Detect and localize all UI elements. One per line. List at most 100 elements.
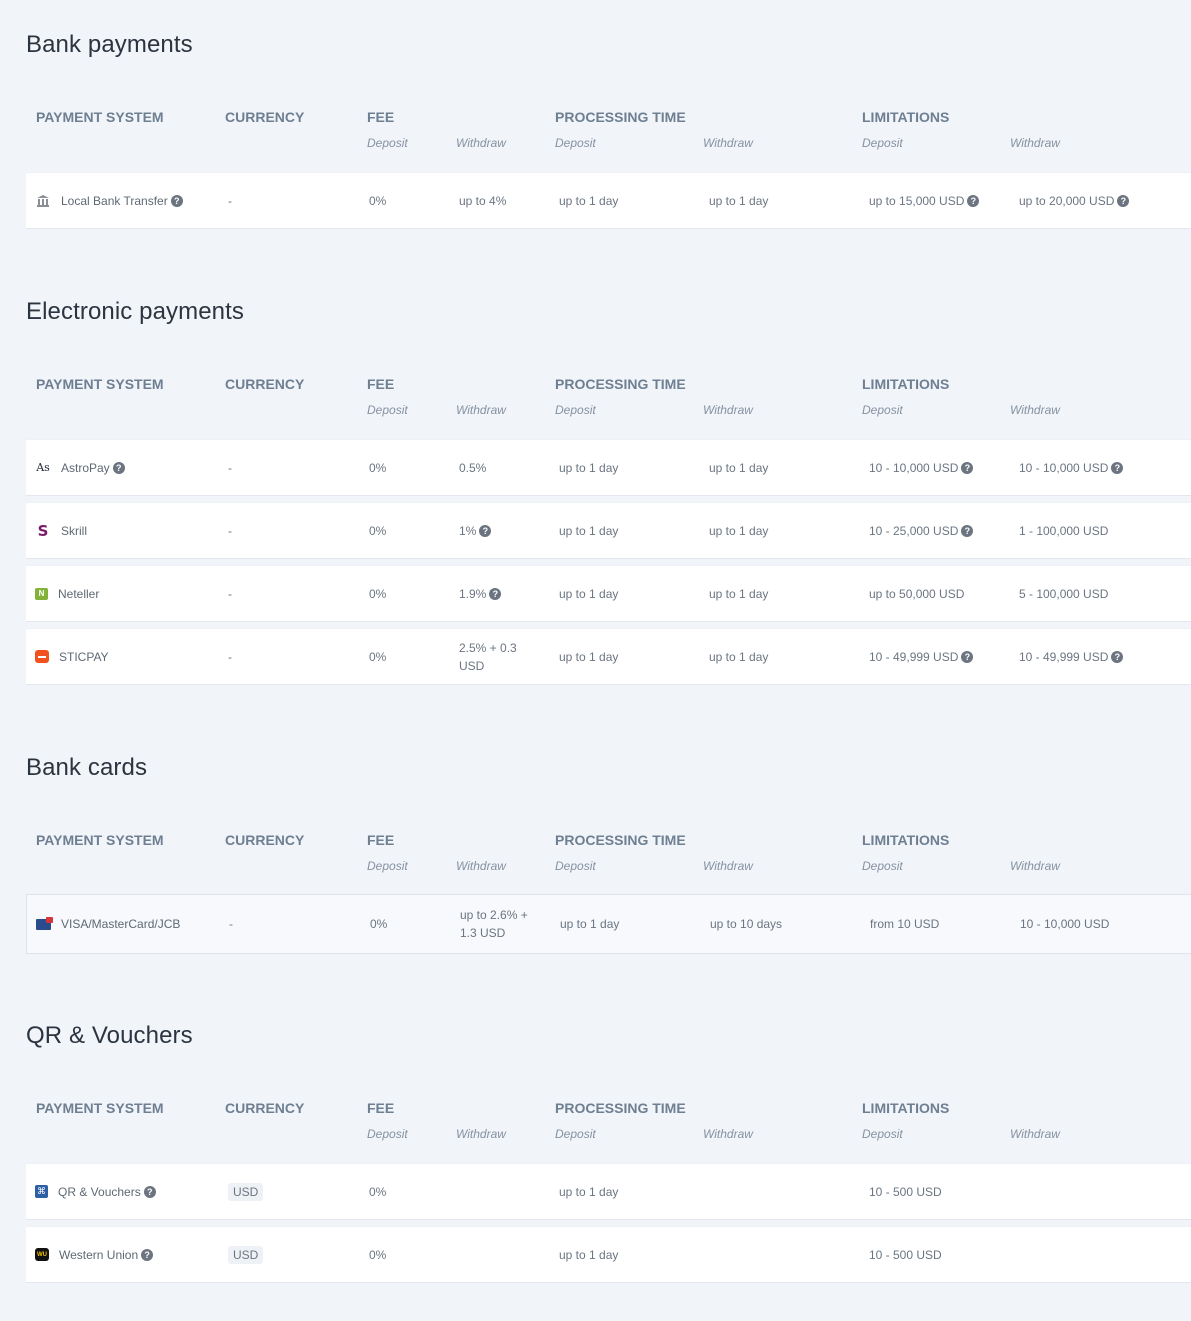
limit-deposit-cell-text: up to 15,000 USD [869,193,965,208]
fee-deposit-cell-text: 0% [370,917,388,931]
subheader-fee-withdraw: Withdraw [456,136,506,150]
limit-deposit-help-icon[interactable]: ? [967,195,980,208]
header-fee: FEE [367,109,395,125]
payment-system-label: AstroPay [61,460,110,475]
table-header: PAYMENT SYSTEM CURRENCY FEE PROCESSING TIME… [0,108,1191,168]
time-withdraw-cell-text: up to 1 day [709,523,769,538]
fee-deposit-cell: 0% [369,1183,386,1201]
table-row: N Neteller - 0% 1.9%? up to 1 day up to 1 day u… [26,565,1191,622]
currency-cell: - [228,648,232,666]
header-fee: FEE [367,832,395,848]
time-deposit-cell-text: up to 1 day [560,917,620,931]
payment-system-name[interactable]: Local Bank Transfer? [35,193,183,209]
time-deposit-cell-text: up to 1 day [559,460,619,475]
section-title: Electronic payments [26,298,244,325]
limit-deposit-cell-text: 10 - 25,000 USD [869,523,959,538]
fee-withdraw-line2: 1.3 USD [460,926,506,940]
payment-system-help-icon[interactable]: ? [170,194,183,207]
sticpay-icon [35,650,49,663]
limit-deposit-cell-text: 10 - 10,000 USD [869,460,959,475]
subheader-limit-deposit: Deposit [862,1127,903,1141]
limit-withdraw-help-icon[interactable]: ? [1111,462,1124,475]
limit-deposit-help-icon[interactable]: ? [961,525,974,538]
payment-system-name[interactable]: VISA/MasterCard/JCB [36,916,181,931]
limit-withdraw-cell-text: 10 - 10,000 USD [1019,460,1109,475]
time-withdraw-cell-text: up to 1 day [709,586,769,601]
limit-withdraw-help-icon[interactable]: ? [1111,651,1124,664]
fee-withdraw-help-icon[interactable]: ? [479,525,492,538]
fee-deposit-cell-text: 0% [369,586,387,601]
payment-system-help-icon[interactable]: ? [141,1248,154,1261]
fee-deposit-cell-text: 0% [369,193,387,208]
table-row: S Skrill - 0% 1%? up to 1 day up to 1 day 10 - … [26,502,1191,559]
subheader-limit-deposit: Deposit [862,859,903,873]
fee-withdraw-line1: 2.5% + 0.3 [459,640,517,655]
header-processing-time: PROCESSING TIME [555,1100,686,1116]
fee-deposit-cell: 0% [369,459,386,477]
time-withdraw-cell-text: up to 1 day [709,193,769,208]
fee-withdraw-line1: up to 2.6% + [460,908,528,922]
limit-deposit-cell: 10 - 25,000 USD? [869,522,974,540]
fee-withdraw-cell: 1%? [459,522,492,540]
subheader-limit-withdraw: Withdraw [1010,136,1060,150]
subheader-fee-deposit: Deposit [367,1127,408,1141]
currency-cell: - [229,915,233,933]
payment-system-name[interactable]: S Skrill [35,522,87,540]
payment-system-name[interactable]: STICPAY [35,650,109,664]
limit-withdraw-cell-text: up to 20,000 USD [1019,193,1115,208]
fee-withdraw-cell: 1.9%? [459,585,502,603]
table-header: PAYMENT SYSTEM CURRENCY FEE PROCESSING TIME… [0,1099,1191,1159]
currency-cell-text: - [228,193,232,208]
header-currency: CURRENCY [225,376,305,392]
header-currency: CURRENCY [225,109,305,125]
payment-system-help-icon[interactable]: ? [143,1185,156,1198]
subheader-time-withdraw: Withdraw [703,859,753,873]
fee-withdraw-line2: USD [459,658,485,673]
subheader-fee-deposit: Deposit [367,859,408,873]
time-deposit-cell-text: up to 1 day [559,1247,619,1262]
fee-deposit-cell-text: 0% [369,1184,387,1199]
header-processing-time: PROCESSING TIME [555,109,686,125]
payment-system-name[interactable]: As AstroPay? [35,460,125,476]
header-payment-system: PAYMENT SYSTEM [36,376,164,392]
payment-system-name[interactable]: N Neteller [35,587,99,601]
time-withdraw-cell: up to 1 day [709,192,768,210]
time-deposit-cell-text: up to 1 day [559,649,619,664]
fee-deposit-cell-text: 0% [369,523,387,538]
subheader-fee-deposit: Deposit [367,403,408,417]
fee-deposit-cell: 0% [369,192,386,210]
fee-deposit-cell: 0% [369,522,386,540]
payment-system-name[interactable]: ⌘ QR & Vouchers? [35,1185,156,1199]
limit-deposit-cell-text: 10 - 49,999 USD [869,649,959,664]
currency-cell: - [228,585,232,603]
time-deposit-cell: up to 1 day [559,1183,618,1201]
subheader-time-deposit: Deposit [555,403,596,417]
time-withdraw-cell: up to 1 day [709,459,768,477]
currency-cell: - [228,459,232,477]
limit-deposit-cell-text: from 10 USD [870,917,940,931]
payment-system-label: Neteller [58,586,100,601]
limit-deposit-cell-text: 10 - 500 USD [869,1184,942,1199]
limit-withdraw-cell: up to 20,000 USD? [1019,192,1130,210]
payment-system-name[interactable]: WU Western Union? [35,1248,154,1262]
limit-deposit-help-icon[interactable]: ? [961,651,974,664]
fee-withdraw-help-icon[interactable]: ? [489,588,502,601]
subheader-fee-withdraw: Withdraw [456,1127,506,1141]
limit-withdraw-help-icon[interactable]: ? [1117,195,1130,208]
payment-system-help-icon[interactable]: ? [112,461,125,474]
section-electronic-payments: Electronic payments PAYMENT SYSTEM CURRENC… [0,297,1191,685]
table-header: PAYMENT SYSTEM CURRENCY FEE PROCESSING TIME… [0,831,1191,891]
header-payment-system: PAYMENT SYSTEM [36,832,164,848]
subheader-time-withdraw: Withdraw [703,403,753,417]
limit-deposit-help-icon[interactable]: ? [961,462,974,475]
time-withdraw-cell-text: up to 1 day [709,460,769,475]
header-currency: CURRENCY [225,1100,305,1116]
time-deposit-cell: up to 1 day [559,1246,618,1264]
header-fee: FEE [367,1100,395,1116]
fee-deposit-cell: 0% [370,915,387,933]
table-row: As AstroPay? - 0% 0.5% up to 1 day up to 1 day… [26,439,1191,496]
fee-withdraw-cell: 0.5% [459,459,486,477]
payment-system-label: STICPAY [59,649,109,664]
fee-withdraw-cell: 2.5% + 0.3 USD [459,639,517,675]
payment-system-label: VISA/MasterCard/JCB [61,917,181,931]
